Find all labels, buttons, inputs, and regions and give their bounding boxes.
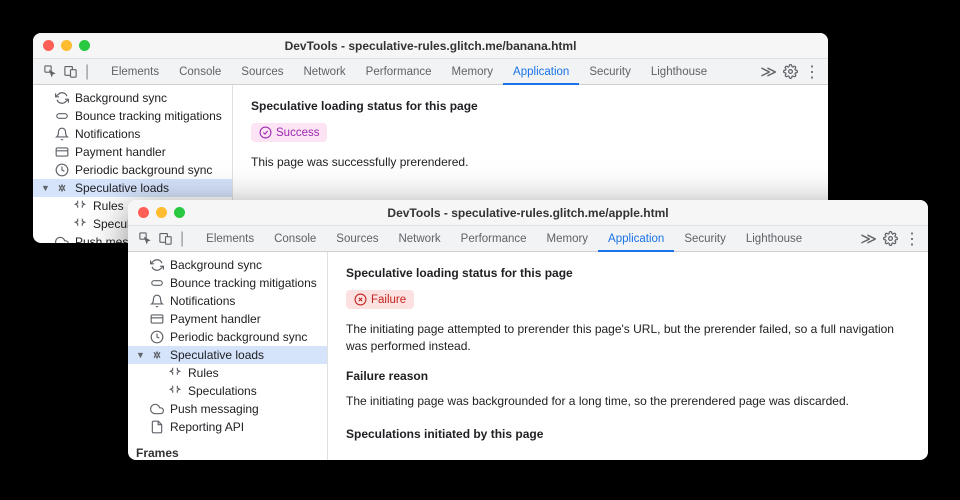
sidebar-item-push-messaging[interactable]: Push messaging xyxy=(128,400,327,418)
tab-security[interactable]: Security xyxy=(674,226,736,252)
maximize-icon[interactable] xyxy=(79,40,90,51)
traffic-lights xyxy=(43,40,90,51)
failure-reason-text: The initiating page was backgrounded for… xyxy=(346,393,910,410)
tab-console[interactable]: Console xyxy=(264,226,326,252)
sync-icon xyxy=(150,258,164,272)
more-icon[interactable]: ⋮ xyxy=(804,62,820,82)
speculative-icon xyxy=(150,348,164,362)
tab-application[interactable]: Application xyxy=(503,59,579,85)
sidebar-item-speculative-loads[interactable]: ▼Speculative loads xyxy=(128,346,327,364)
device-toggle-icon[interactable] xyxy=(61,63,79,81)
devtools-window-2: DevTools - speculative-rules.glitch.me/a… xyxy=(128,200,928,460)
rules-icon xyxy=(73,199,87,213)
sidebar-item-reporting-api[interactable]: Reporting API xyxy=(128,418,327,436)
sidebar: Background syncBounce tracking mitigatio… xyxy=(128,252,328,460)
failure-reason-heading: Failure reason xyxy=(346,369,910,383)
panel-tabs: ElementsConsoleSourcesNetworkPerformance… xyxy=(101,59,758,85)
clock-icon xyxy=(150,330,164,344)
chevron-down-icon: ▼ xyxy=(136,350,145,360)
sidebar-item-rules[interactable]: Rules xyxy=(128,364,327,382)
bell-icon xyxy=(55,127,69,141)
cloud-icon xyxy=(150,402,164,416)
devtools-toolbar: | ElementsConsoleSourcesNetworkPerforman… xyxy=(128,226,928,252)
bounce-icon xyxy=(150,276,164,290)
payment-icon xyxy=(55,145,69,159)
check-icon xyxy=(259,126,272,139)
tab-lighthouse[interactable]: Lighthouse xyxy=(641,59,717,85)
sidebar-item-speculations[interactable]: Speculations xyxy=(128,382,327,400)
sidebar-item-notifications[interactable]: Notifications xyxy=(33,125,232,143)
sidebar-item-payment-handler[interactable]: Payment handler xyxy=(128,310,327,328)
tab-network[interactable]: Network xyxy=(293,59,355,85)
sidebar-item-notifications[interactable]: Notifications xyxy=(128,292,327,310)
tab-console[interactable]: Console xyxy=(169,59,231,85)
more-icon[interactable]: ⋮ xyxy=(904,229,920,249)
minimize-icon[interactable] xyxy=(61,40,72,51)
sidebar-item-bounce-tracking-mitigations[interactable]: Bounce tracking mitigations xyxy=(128,274,327,292)
status-badge: Success xyxy=(251,123,327,142)
status-heading: Speculative loading status for this page xyxy=(251,99,810,113)
status-heading: Speculative loading status for this page xyxy=(346,266,910,280)
close-icon[interactable] xyxy=(43,40,54,51)
content-panel: Speculative loading status for this page… xyxy=(328,252,928,460)
sync-icon xyxy=(55,91,69,105)
sidebar-item-speculative-loads[interactable]: ▼Speculative loads xyxy=(33,179,232,197)
tab-sources[interactable]: Sources xyxy=(231,59,293,85)
sidebar-item-background-sync[interactable]: Background sync xyxy=(33,89,232,107)
window-title: DevTools - speculative-rules.glitch.me/a… xyxy=(387,206,668,220)
tab-memory[interactable]: Memory xyxy=(537,226,599,252)
payment-icon xyxy=(150,312,164,326)
sidebar-item-periodic-background-sync[interactable]: Periodic background sync xyxy=(33,161,232,179)
close-icon[interactable] xyxy=(138,207,149,218)
titlebar[interactable]: DevTools - speculative-rules.glitch.me/b… xyxy=(33,33,828,59)
devtools-toolbar: | ElementsConsoleSourcesNetworkPerforman… xyxy=(33,59,828,85)
clock-icon xyxy=(55,163,69,177)
spec-icon xyxy=(73,217,87,231)
tab-elements[interactable]: Elements xyxy=(196,226,264,252)
spec-icon xyxy=(168,384,182,398)
bounce-icon xyxy=(55,109,69,123)
tab-network[interactable]: Network xyxy=(388,226,450,252)
status-description: This page was successfully prerendered. xyxy=(251,154,810,171)
frames-section-label: Frames xyxy=(128,440,327,460)
report-icon xyxy=(150,420,164,434)
overflow-icon[interactable]: ≫ xyxy=(760,62,777,82)
tab-memory[interactable]: Memory xyxy=(442,59,504,85)
titlebar[interactable]: DevTools - speculative-rules.glitch.me/a… xyxy=(128,200,928,226)
tab-lighthouse[interactable]: Lighthouse xyxy=(736,226,812,252)
tab-security[interactable]: Security xyxy=(579,59,641,85)
rules-icon xyxy=(168,366,182,380)
speculative-icon xyxy=(55,181,69,195)
tab-performance[interactable]: Performance xyxy=(451,226,537,252)
speculations-heading: Speculations initiated by this page xyxy=(346,427,910,441)
sidebar-item-periodic-background-sync[interactable]: Periodic background sync xyxy=(128,328,327,346)
cloud-icon xyxy=(55,235,69,243)
inspect-icon[interactable] xyxy=(136,230,154,248)
status-badge: Failure xyxy=(346,290,414,309)
window-title: DevTools - speculative-rules.glitch.me/b… xyxy=(285,39,577,53)
panel-tabs: ElementsConsoleSourcesNetworkPerformance… xyxy=(196,226,858,252)
maximize-icon[interactable] xyxy=(174,207,185,218)
sidebar-item-background-sync[interactable]: Background sync xyxy=(128,256,327,274)
tab-elements[interactable]: Elements xyxy=(101,59,169,85)
gear-icon[interactable] xyxy=(783,64,798,79)
traffic-lights xyxy=(138,207,185,218)
tab-application[interactable]: Application xyxy=(598,226,674,252)
tab-sources[interactable]: Sources xyxy=(326,226,388,252)
inspect-icon[interactable] xyxy=(41,63,59,81)
gear-icon[interactable] xyxy=(883,231,898,246)
bell-icon xyxy=(150,294,164,308)
overflow-icon[interactable]: ≫ xyxy=(860,229,877,249)
sidebar-item-payment-handler[interactable]: Payment handler xyxy=(33,143,232,161)
x-icon xyxy=(354,293,367,306)
tab-performance[interactable]: Performance xyxy=(356,59,442,85)
chevron-down-icon: ▼ xyxy=(41,183,50,193)
device-toggle-icon[interactable] xyxy=(156,230,174,248)
status-description: The initiating page attempted to prerend… xyxy=(346,321,910,355)
minimize-icon[interactable] xyxy=(156,207,167,218)
sidebar-item-bounce-tracking-mitigations[interactable]: Bounce tracking mitigations xyxy=(33,107,232,125)
